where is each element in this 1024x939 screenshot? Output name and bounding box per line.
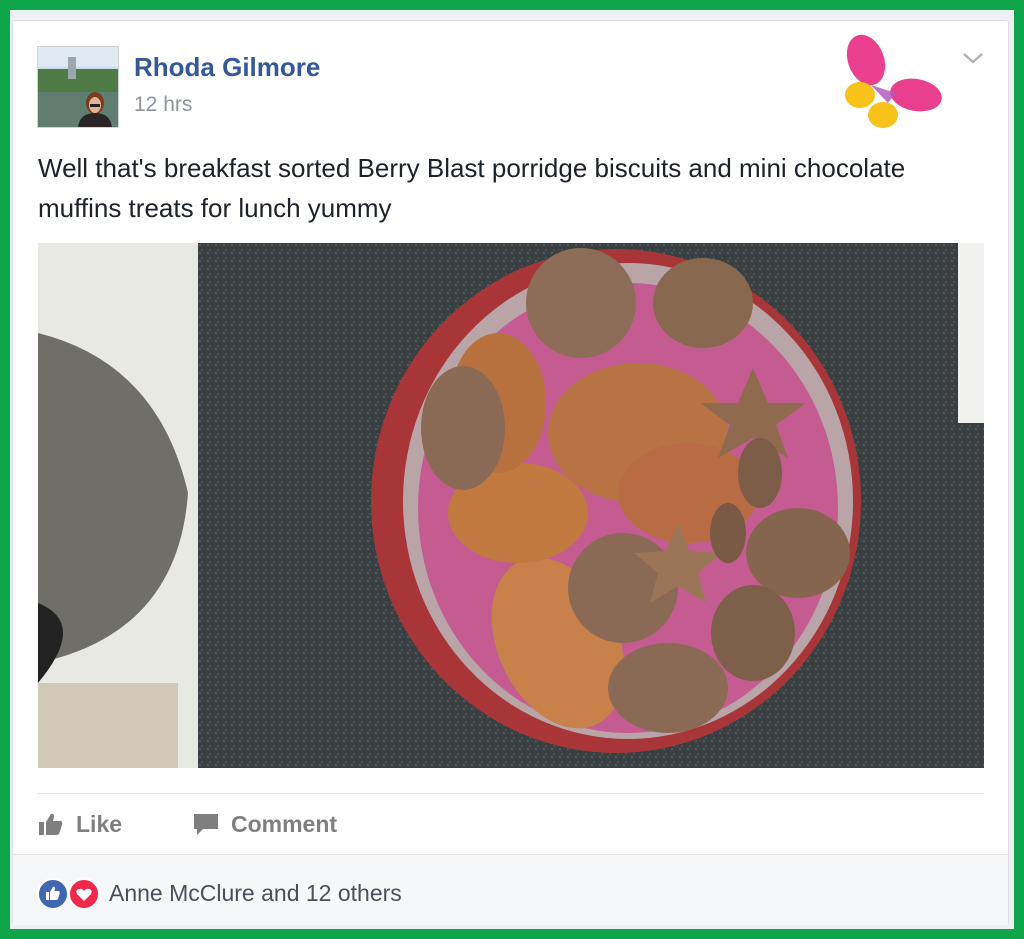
comment-label: Comment xyxy=(231,810,338,837)
comment-button[interactable]: Comment xyxy=(193,809,337,839)
thumbs-up-icon xyxy=(39,813,63,835)
post-photo[interactable] xyxy=(38,243,984,768)
like-label: Like xyxy=(76,810,123,837)
like-button[interactable]: Like xyxy=(38,809,122,839)
profile-avatar[interactable] xyxy=(37,46,119,128)
comment-icon xyxy=(194,814,218,835)
action-divider xyxy=(38,793,984,794)
author-name-link[interactable]: Rhoda Gilmore xyxy=(134,52,320,83)
post-timestamp[interactable]: 12 hrs xyxy=(134,93,192,117)
reactions-summary-link[interactable]: Anne McClure and 12 others xyxy=(109,880,402,907)
post-card: Rhoda Gilmore 12 hrs Well that's breakfa… xyxy=(12,20,1009,925)
reactions-bar: Anne McClure and 12 others xyxy=(13,854,1008,925)
chevron-down-icon[interactable] xyxy=(961,49,985,67)
reaction-icons[interactable] xyxy=(37,877,103,911)
like-reaction-icon xyxy=(37,878,69,910)
butterfly-logo xyxy=(845,34,942,128)
post-text: Well that's breakfast sorted Berry Blast… xyxy=(38,153,906,223)
love-reaction-icon xyxy=(68,878,100,910)
